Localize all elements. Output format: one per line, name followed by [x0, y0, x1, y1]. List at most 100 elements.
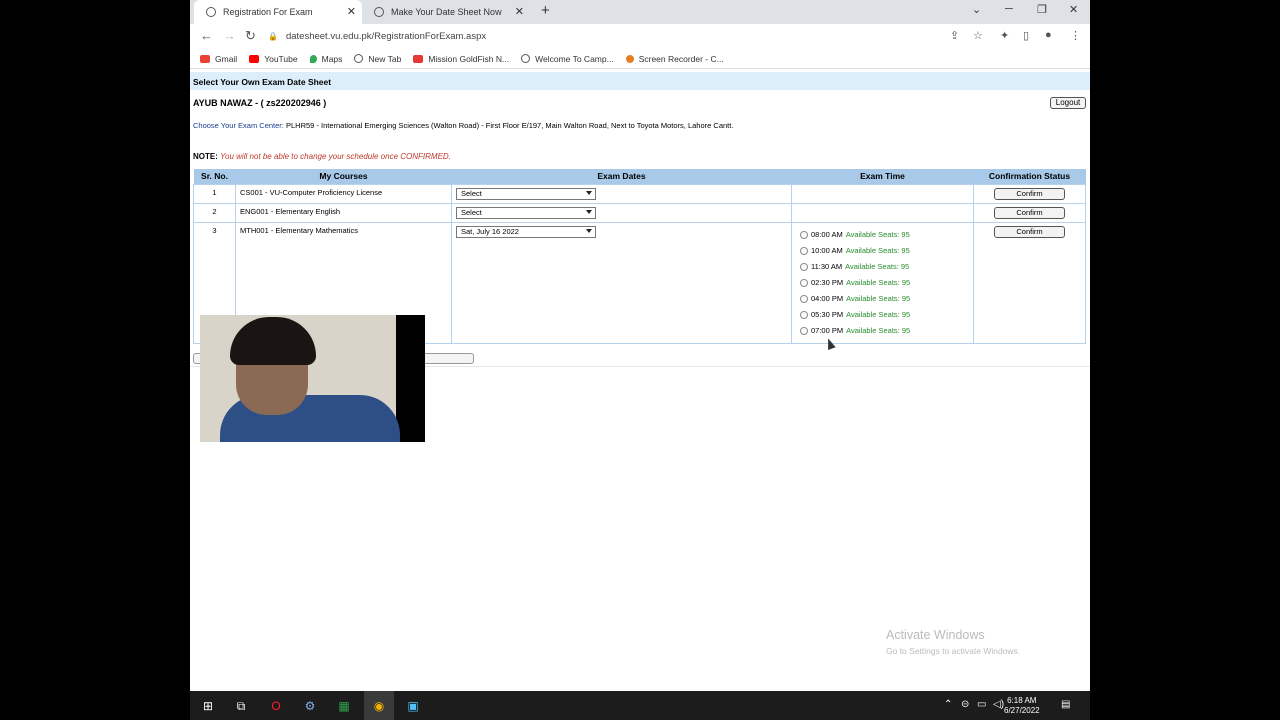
restore-icon[interactable]: ❐ [1037, 3, 1047, 16]
exam-date-select[interactable]: Select [456, 206, 596, 219]
note: NOTE: You will not be able to change you… [193, 152, 451, 161]
chevron-down-icon [586, 209, 592, 214]
share-icon[interactable]: ⇪ [950, 29, 959, 42]
bookmark-new-tab[interactable]: New Tab [354, 54, 401, 64]
chevron-down-icon[interactable]: ⌄ [972, 3, 981, 16]
back-icon[interactable]: ← [200, 28, 213, 43]
time-slot[interactable]: 11:30 AM Available Seats: 95 [800, 259, 969, 275]
table-row: 2 ENG001 - Elementary English Select Con… [193, 202, 1086, 223]
note-label: NOTE: [193, 152, 218, 161]
confirm-cell: Confirm [973, 183, 1086, 204]
close-icon[interactable]: ✕ [347, 5, 356, 18]
tab-datesheet[interactable]: Make Your Date Sheet Now ✕ [362, 0, 530, 24]
chrome-icon[interactable]: ◉ [371, 698, 387, 714]
sr-no: 2 [193, 202, 236, 223]
date-cell: Sat, July 16 2022 [451, 221, 792, 344]
task-view-icon[interactable]: ⧉ [233, 698, 249, 714]
sr-no: 1 [193, 183, 236, 204]
close-icon[interactable]: ✕ [515, 5, 524, 18]
col-exam-dates: Exam Dates [451, 169, 792, 184]
reload-icon[interactable]: ↻ [245, 28, 256, 44]
bookmark-welcome-camp[interactable]: Welcome To Camp... [521, 54, 614, 64]
globe-icon [374, 7, 384, 17]
clock[interactable]: 6:18 AM 6/27/2022 [1004, 696, 1040, 716]
confirm-button[interactable]: Confirm [994, 187, 1065, 200]
time-cell [791, 183, 974, 204]
address-bar[interactable]: 🔒 datesheet.vu.edu.pk/RegistrationForExa… [268, 27, 988, 46]
confirm-cell: Confirm [973, 202, 1086, 223]
time-slot[interactable]: 04:00 PM Available Seats: 95 [800, 291, 969, 307]
radio-button[interactable] [800, 294, 808, 303]
confirm-cell: Confirm [973, 221, 1086, 344]
extensions-icon[interactable]: ✦ [1000, 29, 1009, 42]
tab-title: Make Your Date Sheet Now [391, 7, 502, 17]
time-slot[interactable]: 10:00 AM Available Seats: 95 [800, 243, 969, 259]
bookmark-youtube[interactable]: YouTube [249, 54, 298, 64]
ime-icon[interactable]: ⊝ [961, 699, 969, 710]
radio-button[interactable] [800, 278, 808, 287]
exam-date-select[interactable]: Select [456, 187, 596, 200]
col-courses: My Courses [235, 169, 452, 184]
course-name: ENG001 - Elementary English [235, 202, 452, 223]
profile-icon[interactable]: ● [1045, 29, 1052, 41]
radio-button[interactable] [800, 246, 808, 255]
recorder-app-icon[interactable]: ▣ [405, 698, 421, 714]
side-panel-icon[interactable]: ▯ [1023, 29, 1029, 42]
maps-icon [309, 54, 317, 63]
tab-strip: Registration For Exam ✕ Make Your Date S… [190, 0, 1090, 24]
radio-button[interactable] [800, 326, 808, 335]
webcam-overlay [200, 315, 425, 442]
menu-icon[interactable]: ⋮ [1070, 29, 1081, 42]
windows-start-icon[interactable]: ⊞ [200, 698, 216, 714]
chevron-up-icon[interactable]: ⌃ [944, 699, 952, 710]
volume-icon[interactable]: ◁) [993, 699, 1004, 710]
network-icon[interactable]: ▭ [977, 699, 986, 710]
radio-button[interactable] [800, 230, 808, 239]
tab-title: Registration For Exam [223, 7, 313, 17]
clock-date: 6/27/2022 [1004, 706, 1040, 715]
bookmark-screen-recorder[interactable]: Screen Recorder - C... [625, 54, 724, 64]
time-cell [791, 202, 974, 223]
globe-icon [206, 7, 216, 17]
new-tab-icon[interactable]: + [541, 2, 550, 19]
activate-windows-watermark: Activate Windows Go to Settings to activ… [886, 628, 1020, 656]
activate-title: Activate Windows [886, 628, 985, 642]
url-text: datesheet.vu.edu.pk/RegistrationForExam.… [285, 31, 487, 42]
note-text: You will not be able to change your sche… [220, 152, 451, 161]
bookmark-maps[interactable]: Maps [309, 54, 342, 64]
course-name: CS001 - VU-Computer Proficiency License [235, 183, 452, 204]
star-icon[interactable]: ☆ [973, 29, 983, 42]
notifications-icon[interactable]: ▤ [1061, 699, 1070, 710]
bookmarks-bar: Gmail YouTube Maps New Tab Mission GoldF… [190, 49, 1090, 69]
clock-time: 6:18 AM [1007, 696, 1037, 705]
student-name: AYUB NAWAZ - ( zs220202946 ) [193, 98, 327, 108]
chevron-down-icon [586, 228, 592, 233]
close-window-icon[interactable]: ✕ [1069, 3, 1078, 16]
date-cell: Select [451, 202, 792, 223]
logout-button[interactable]: Logout [1050, 97, 1086, 109]
radio-button[interactable] [800, 310, 808, 319]
globe-icon [354, 54, 364, 63]
time-cell: 08:00 AM Available Seats: 95 10:00 AM Avai… [791, 221, 974, 344]
confirm-button[interactable]: Confirm [994, 225, 1065, 238]
opera-icon[interactable]: O [268, 698, 284, 714]
recorder-icon [625, 54, 634, 63]
minimize-icon[interactable]: ─ [1005, 3, 1013, 15]
exam-date-select[interactable]: Sat, July 16 2022 [456, 225, 596, 238]
radio-button[interactable] [800, 262, 808, 271]
bookmark-mission-goldfish[interactable]: Mission GoldFish N... [413, 54, 509, 64]
excel-icon[interactable]: ▦ [336, 698, 352, 714]
col-sr-no: Sr. No. [193, 169, 236, 184]
time-slot[interactable]: 07:00 PM Available Seats: 95 [800, 323, 969, 339]
confirm-button[interactable]: Confirm [994, 206, 1065, 219]
network-app-icon[interactable]: ⚙ [302, 698, 318, 714]
activate-subtitle: Go to Settings to activate Windows. [886, 646, 1021, 656]
time-slot[interactable]: 02:30 PM Available Seats: 95 [800, 275, 969, 291]
bookmark-gmail[interactable]: Gmail [200, 54, 237, 64]
youtube-icon [413, 54, 424, 63]
tab-registration[interactable]: Registration For Exam ✕ [194, 0, 362, 24]
date-cell: Select [451, 183, 792, 204]
forward-icon[interactable]: → [223, 28, 236, 43]
time-slot[interactable]: 08:00 AM Available Seats: 95 [800, 227, 969, 243]
time-slot[interactable]: 05:30 PM Available Seats: 95 [800, 307, 969, 323]
